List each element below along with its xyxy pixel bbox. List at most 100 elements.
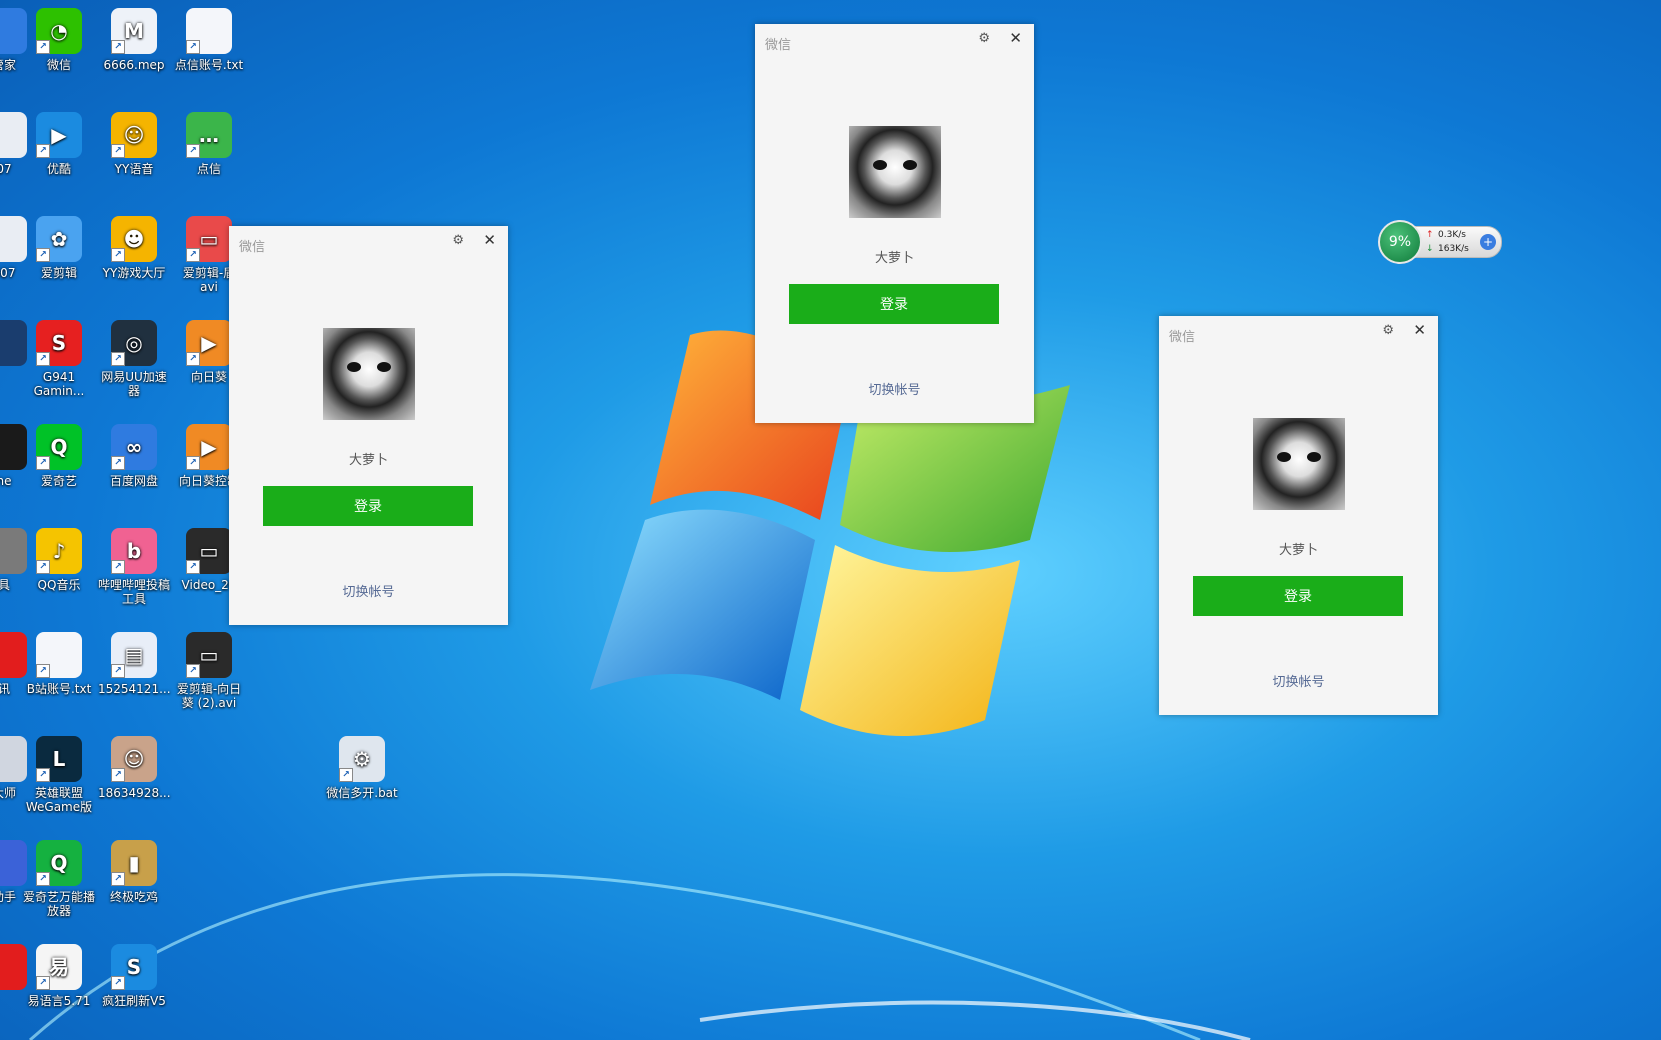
desktop-icon-label: 疯狂刷新V5	[102, 994, 166, 1008]
gear-icon[interactable]: ⚙	[978, 31, 990, 46]
desktop-icon[interactable]: … ↗ 点信	[173, 112, 245, 176]
desktop-icon[interactable]: ∞ ↗ 百度网盘	[98, 424, 170, 488]
desktop-icon-label: 爱剪辑	[40, 266, 77, 280]
desktop-icon[interactable]: S ↗ G941 Gamin...	[23, 320, 95, 398]
desktop-icon[interactable]: ✿ ↗ 爱剪辑	[23, 216, 95, 280]
desktop-icon-label: 爱奇艺万能播放器	[23, 890, 96, 918]
shortcut-arrow-icon: ↗	[36, 664, 50, 678]
desktop-icon-label: YY语音	[114, 162, 154, 176]
desktop-icon-label: G941 Gamin...	[33, 370, 85, 398]
desktop-icon-label: 爱奇艺	[40, 474, 77, 488]
app-icon: 易 ↗	[36, 944, 82, 990]
avatar	[323, 328, 415, 420]
shortcut-arrow-icon: ↗	[186, 248, 200, 262]
desktop-icon[interactable]: ↗ B站账号.txt	[23, 632, 95, 696]
download-speed: 163K/s	[1438, 244, 1469, 254]
app-icon: ▤ ↗	[111, 632, 157, 678]
desktop-icon-label: 15254121...	[98, 682, 171, 696]
shortcut-arrow-icon: ↗	[111, 248, 125, 262]
shortcut-arrow-icon: ↗	[111, 456, 125, 470]
desktop-icon[interactable]: ▭ ↗ 爱剪辑-向日葵 (2).avi	[173, 632, 245, 710]
app-icon: ∞ ↗	[111, 424, 157, 470]
desktop-icon-label: 微信	[46, 58, 71, 72]
shortcut-arrow-icon: ↗	[111, 976, 125, 990]
desktop-icon[interactable]: ↗ 点信账号.txt	[173, 8, 245, 72]
switch-account-link[interactable]: 切换帐号	[229, 581, 508, 600]
window-title: 微信	[1169, 330, 1196, 345]
shortcut-arrow-icon: ↗	[186, 40, 200, 54]
desktop-icon[interactable]: ⚙ ↗ 微信多开.bat	[326, 736, 398, 800]
window-title: 微信	[765, 38, 792, 53]
app-icon: ▭ ↗	[186, 216, 232, 262]
shortcut-arrow-icon: ↗	[339, 768, 353, 782]
app-icon: b ↗	[111, 528, 157, 574]
desktop-icon-label: 百度网盘	[109, 474, 158, 488]
username-label: 大萝卜	[874, 251, 914, 266]
desktop-icon[interactable]: ▤ ↗ 15254121...	[98, 632, 171, 696]
gear-icon[interactable]: ⚙	[1382, 323, 1394, 338]
window-title: 微信	[239, 240, 266, 255]
shortcut-arrow-icon: ↗	[36, 768, 50, 782]
desktop-icon[interactable]: S ↗ 疯狂刷新V5	[98, 944, 170, 1008]
desktop-icon-label: 终极吃鸡	[109, 890, 158, 904]
shortcut-arrow-icon: ↗	[36, 976, 50, 990]
desktop-icon[interactable]: ▮ ↗ 终极吃鸡	[98, 840, 170, 904]
desktop-icon[interactable]: ◔ ↗ 微信	[23, 8, 95, 72]
cpu-percent-badge[interactable]: 9%	[1378, 220, 1422, 264]
username-label: 大萝卜	[348, 453, 388, 468]
gear-icon[interactable]: ⚙	[452, 233, 464, 248]
app-icon: ▮ ↗	[111, 840, 157, 886]
switch-account-link[interactable]: 切换帐号	[755, 379, 1034, 398]
plus-icon[interactable]: +	[1480, 234, 1496, 250]
desktop-icon-label: YY游戏大厅	[102, 266, 166, 280]
upload-arrow-icon: ↑	[1426, 230, 1434, 240]
network-monitor-widget[interactable]: 9% ↑ 0.3K/s ↓ 163K/s +	[1378, 220, 1505, 264]
app-icon: ◔ ↗	[36, 8, 82, 54]
app-icon: S ↗	[36, 320, 82, 366]
login-button[interactable]: 登录	[263, 486, 473, 526]
shortcut-arrow-icon: ↗	[186, 560, 200, 574]
shortcut-arrow-icon: ↗	[186, 456, 200, 470]
shortcut-arrow-icon: ↗	[111, 664, 125, 678]
upload-speed: 0.3K/s	[1438, 230, 1466, 240]
switch-account-link[interactable]: 切换帐号	[1159, 671, 1438, 690]
desktop-icon[interactable]: ▶ ↗ 优酷	[23, 112, 95, 176]
login-button[interactable]: 登录	[789, 284, 999, 324]
download-arrow-icon: ↓	[1426, 244, 1434, 254]
username-label: 大萝卜	[1278, 543, 1318, 558]
desktop-icon-label: 英雄联盟WeGame版	[25, 786, 93, 814]
desktop-icon[interactable]: ♪ ↗ QQ音乐	[23, 528, 95, 592]
desktop-icon[interactable]: ☻ ↗ YY游戏大厅	[98, 216, 170, 280]
desktop-icon-label: 网易UU加速器	[101, 370, 167, 398]
wechat-login-window-2: 微信 ⚙ ✕ 大萝卜 登录 切换帐号	[755, 24, 1034, 423]
login-button[interactable]: 登录	[1193, 576, 1403, 616]
shortcut-arrow-icon: ↗	[111, 352, 125, 366]
shortcut-arrow-icon: ↗	[111, 560, 125, 574]
app-icon: Q ↗	[36, 424, 82, 470]
desktop-icon[interactable]: ☺ ↗ YY语音	[98, 112, 170, 176]
desktop-icon[interactable]: Q ↗ 爱奇艺	[23, 424, 95, 488]
desktop-icon[interactable]: b ↗ 哔哩哔哩投稿工具	[98, 528, 170, 606]
desktop-icon[interactable]: M ↗ 6666.mep	[98, 8, 170, 72]
desktop-icon[interactable]: 易 ↗ 易语言5.71	[23, 944, 95, 1008]
shortcut-arrow-icon: ↗	[111, 768, 125, 782]
avatar	[849, 126, 941, 218]
desktop-icon-label: 哔哩哔哩投稿工具	[98, 578, 171, 606]
close-icon[interactable]: ✕	[1413, 321, 1426, 339]
close-icon[interactable]: ✕	[1009, 29, 1022, 47]
app-icon: ▶ ↗	[186, 320, 232, 366]
app-icon: Q ↗	[36, 840, 82, 886]
desktop-icon[interactable]: L ↗ 英雄联盟WeGame版	[23, 736, 95, 814]
app-icon: L ↗	[36, 736, 82, 782]
desktop-icon-label: 爱剪辑-向日葵 (2).avi	[176, 682, 242, 710]
shortcut-arrow-icon: ↗	[186, 664, 200, 678]
close-icon[interactable]: ✕	[483, 231, 496, 249]
shortcut-arrow-icon: ↗	[36, 560, 50, 574]
desktop-icon[interactable]: Q ↗ 爱奇艺万能播放器	[23, 840, 95, 918]
desktop-icon-label: 18634928...	[98, 786, 171, 800]
desktop-icon[interactable]: ☺ ↗ 18634928...	[98, 736, 171, 800]
app-icon: M ↗	[111, 8, 157, 54]
desktop-icon[interactable]: ◎ ↗ 网易UU加速器	[98, 320, 170, 398]
app-icon: ▶ ↗	[186, 424, 232, 470]
app-icon: ↗	[186, 8, 232, 54]
